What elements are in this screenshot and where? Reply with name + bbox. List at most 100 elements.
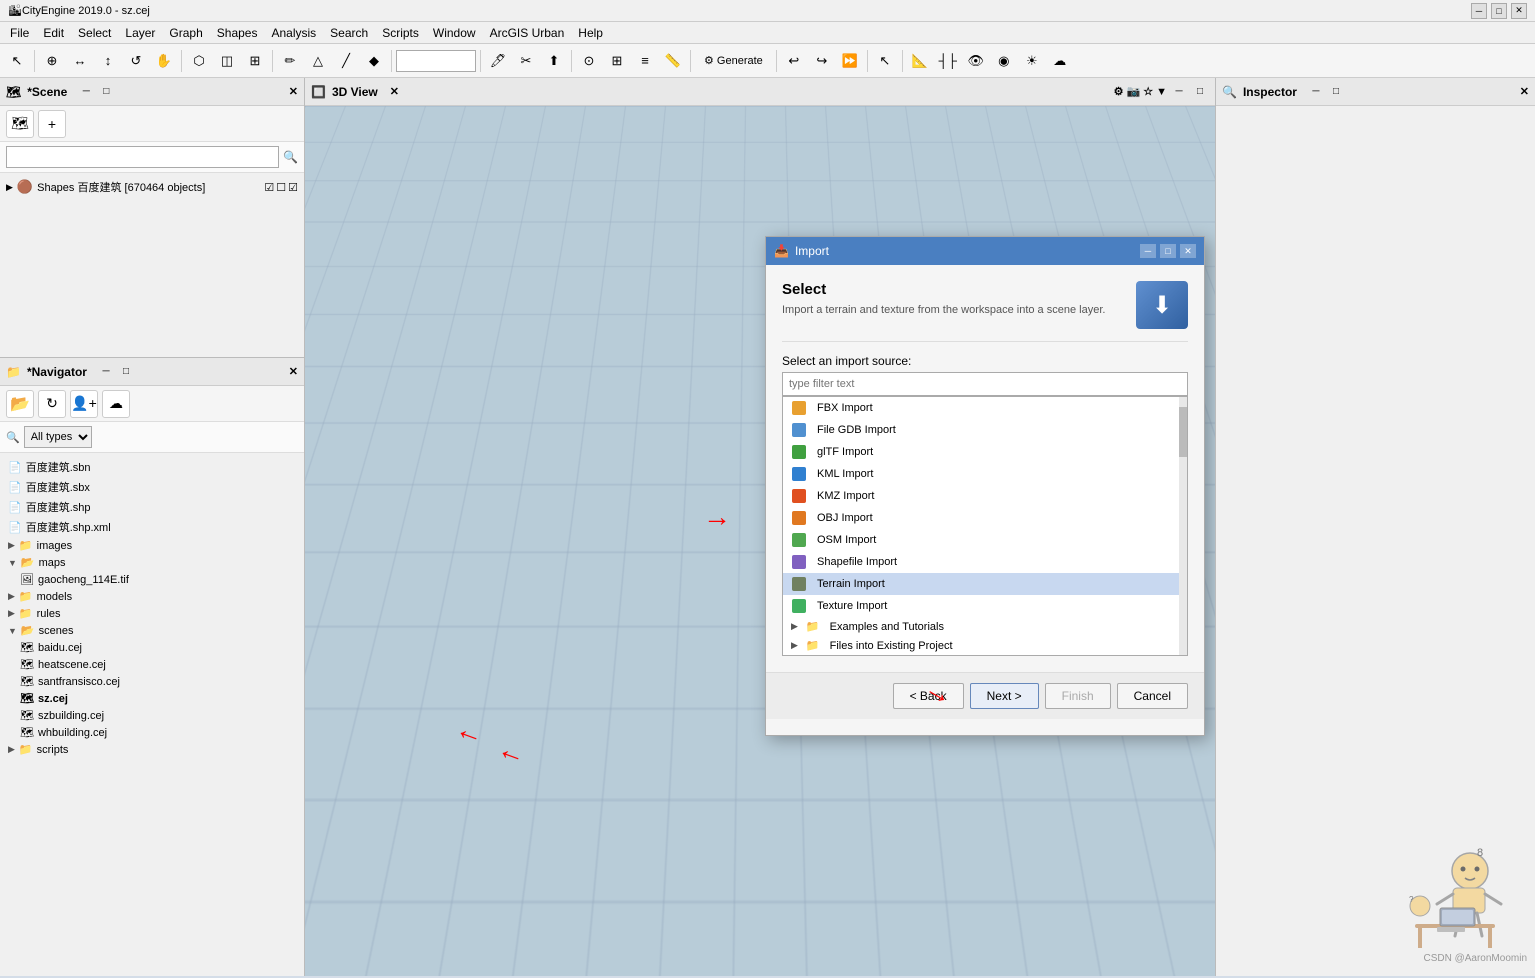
rotate-tool[interactable]: ↺: [123, 48, 149, 74]
dialog-list-item[interactable]: glTF Import: [783, 441, 1187, 463]
nav-cloud-btn[interactable]: ☁: [102, 390, 130, 418]
nav-refresh-btn[interactable]: ↻: [38, 390, 66, 418]
close-btn[interactable]: ✕: [1511, 3, 1527, 19]
scene-search-input[interactable]: [6, 146, 279, 168]
cancel-button[interactable]: Cancel: [1117, 683, 1188, 709]
view-3d-close[interactable]: ✕: [390, 85, 399, 98]
zoom-tool[interactable]: ↕: [95, 48, 121, 74]
polygon-tool[interactable]: △: [305, 48, 331, 74]
nav-minimize[interactable]: ─: [97, 363, 115, 381]
maximize-btn[interactable]: □: [1491, 3, 1507, 19]
navigator-close[interactable]: ✕: [289, 365, 298, 378]
inspector-close[interactable]: ✕: [1520, 85, 1529, 98]
dialog-list-item[interactable]: FBX Import: [783, 397, 1187, 419]
draw-tool[interactable]: ✏: [277, 48, 303, 74]
menu-edit[interactable]: Edit: [37, 24, 70, 42]
cut-tool[interactable]: ✂: [513, 48, 539, 74]
dialog-list-item[interactable]: File GDB Import: [783, 419, 1187, 441]
paint-tool[interactable]: 🖊: [485, 48, 511, 74]
scene-layer-item[interactable]: ▶ 🟤 Shapes 百度建筑 [670464 objects] ☑ ☐ ☑: [6, 177, 298, 197]
minimize-btn[interactable]: ─: [1471, 3, 1487, 19]
layer-check2[interactable]: ☐: [276, 181, 286, 194]
dialog-list-item[interactable]: Texture Import: [783, 595, 1187, 617]
nav-item-sbn[interactable]: 📄 百度建筑.sbn: [0, 457, 304, 477]
sun-btn[interactable]: ☀: [1019, 48, 1045, 74]
grid-snap-tool[interactable]: ⊞: [604, 48, 630, 74]
select-tool[interactable]: ↖: [4, 48, 30, 74]
pointer-btn[interactable]: ↖: [872, 48, 898, 74]
nav-item-szbuilding[interactable]: 🗺 szbuilding.cej: [0, 707, 304, 724]
nav-item-sanfran[interactable]: 🗺 santfransisco.cej: [0, 673, 304, 690]
layer-check3[interactable]: ☑: [288, 181, 298, 194]
dialog-list-item[interactable]: KMZ Import: [783, 485, 1187, 507]
orbit-tool[interactable]: ↔: [67, 48, 93, 74]
add-shape-btn[interactable]: +: [38, 110, 66, 138]
nav-item-rules[interactable]: ▶ 📁 rules: [0, 605, 304, 622]
menu-scripts[interactable]: Scripts: [376, 24, 425, 42]
nav-item-maps[interactable]: ▼ 📂 maps: [0, 554, 304, 571]
nav-item-scripts[interactable]: ▶ 📁 scripts: [0, 741, 304, 758]
menu-file[interactable]: File: [4, 24, 35, 42]
menu-arcgis[interactable]: ArcGIS Urban: [484, 24, 571, 42]
inspector-minimize[interactable]: ─: [1307, 83, 1325, 101]
dialog-list-item[interactable]: KML Import: [783, 463, 1187, 485]
nav-item-images[interactable]: ▶ 📁 images: [0, 537, 304, 554]
snap-tool[interactable]: ⊙: [576, 48, 602, 74]
menu-graph[interactable]: Graph: [163, 24, 208, 42]
menu-analysis[interactable]: Analysis: [265, 24, 322, 42]
menu-help[interactable]: Help: [572, 24, 609, 42]
view-btn[interactable]: 👁: [963, 48, 989, 74]
layer-check1[interactable]: ☑: [264, 181, 274, 194]
scene-minimize[interactable]: ─: [77, 83, 95, 101]
nav-item-whbuilding[interactable]: 🗺 whbuilding.cej: [0, 724, 304, 741]
perspective-btn[interactable]: ◉: [991, 48, 1017, 74]
move-tool[interactable]: ⊕: [39, 48, 65, 74]
dialog-list-item[interactable]: ▶📁Files into Existing Project: [783, 636, 1187, 655]
edge-tool[interactable]: ╱: [333, 48, 359, 74]
layer-tool[interactable]: ◫: [214, 48, 240, 74]
dialog-list-item[interactable]: ▶📁Examples and Tutorials: [783, 617, 1187, 636]
generate-btn[interactable]: ⚙ Generate: [695, 48, 772, 74]
dialog-list-item[interactable]: Shapefile Import: [783, 551, 1187, 573]
dialog-list-item[interactable]: ▼📁Project: [783, 655, 1187, 656]
nav-item-sz[interactable]: 🗺 sz.cej: [0, 690, 304, 707]
ruler-btn[interactable]: 📐: [907, 48, 933, 74]
align2-tool[interactable]: ≡: [632, 48, 658, 74]
nav-item-tif[interactable]: 🖼 gaocheng_114E.tif: [0, 571, 304, 588]
measure-tool[interactable]: 📏: [660, 48, 686, 74]
align-tool[interactable]: ⊞: [242, 48, 268, 74]
scene-maximize[interactable]: □: [97, 83, 115, 101]
back-button[interactable]: < Back: [893, 683, 964, 709]
view-maximize[interactable]: □: [1191, 83, 1209, 101]
redo-btn[interactable]: ↪: [809, 48, 835, 74]
nav-item-scenes[interactable]: ▼ 📂 scenes: [0, 622, 304, 639]
finish-button[interactable]: Finish: [1045, 683, 1111, 709]
scrollbar-track[interactable]: [1179, 397, 1187, 655]
nav-folder-btn[interactable]: 📂: [6, 390, 34, 418]
menu-layer[interactable]: Layer: [119, 24, 161, 42]
nav-item-sbx[interactable]: 📄 百度建筑.sbx: [0, 477, 304, 497]
objects-tool[interactable]: ⬡: [186, 48, 212, 74]
dialog-close[interactable]: ✕: [1180, 244, 1196, 258]
extrude-tool[interactable]: ⬆: [541, 48, 567, 74]
cloud-btn[interactable]: ☁: [1047, 48, 1073, 74]
menu-shapes[interactable]: Shapes: [211, 24, 264, 42]
measure2-btn[interactable]: ┤├: [935, 48, 961, 74]
inspector-maximize[interactable]: □: [1327, 83, 1345, 101]
undo-btn[interactable]: ↩: [781, 48, 807, 74]
nav-item-baidu[interactable]: 🗺 baidu.cej: [0, 639, 304, 656]
search-icon[interactable]: 🔍: [283, 150, 298, 164]
dialog-maximize[interactable]: □: [1160, 244, 1176, 258]
dialog-list-item[interactable]: Terrain Import: [783, 573, 1187, 595]
dialog-list-item[interactable]: OSM Import: [783, 529, 1187, 551]
point-tool[interactable]: ◆: [361, 48, 387, 74]
scrollbar-thumb[interactable]: [1179, 407, 1187, 457]
nav-item-xml[interactable]: 📄 百度建筑.shp.xml: [0, 517, 304, 537]
menu-window[interactable]: Window: [427, 24, 482, 42]
nav-item-heat[interactable]: 🗺 heatscene.cej: [0, 656, 304, 673]
search-field[interactable]: [396, 50, 476, 72]
view-minimize[interactable]: ─: [1170, 83, 1188, 101]
nav-maximize[interactable]: □: [117, 363, 135, 381]
menu-select[interactable]: Select: [72, 24, 117, 42]
nav-filter-select[interactable]: All types: [24, 426, 92, 448]
